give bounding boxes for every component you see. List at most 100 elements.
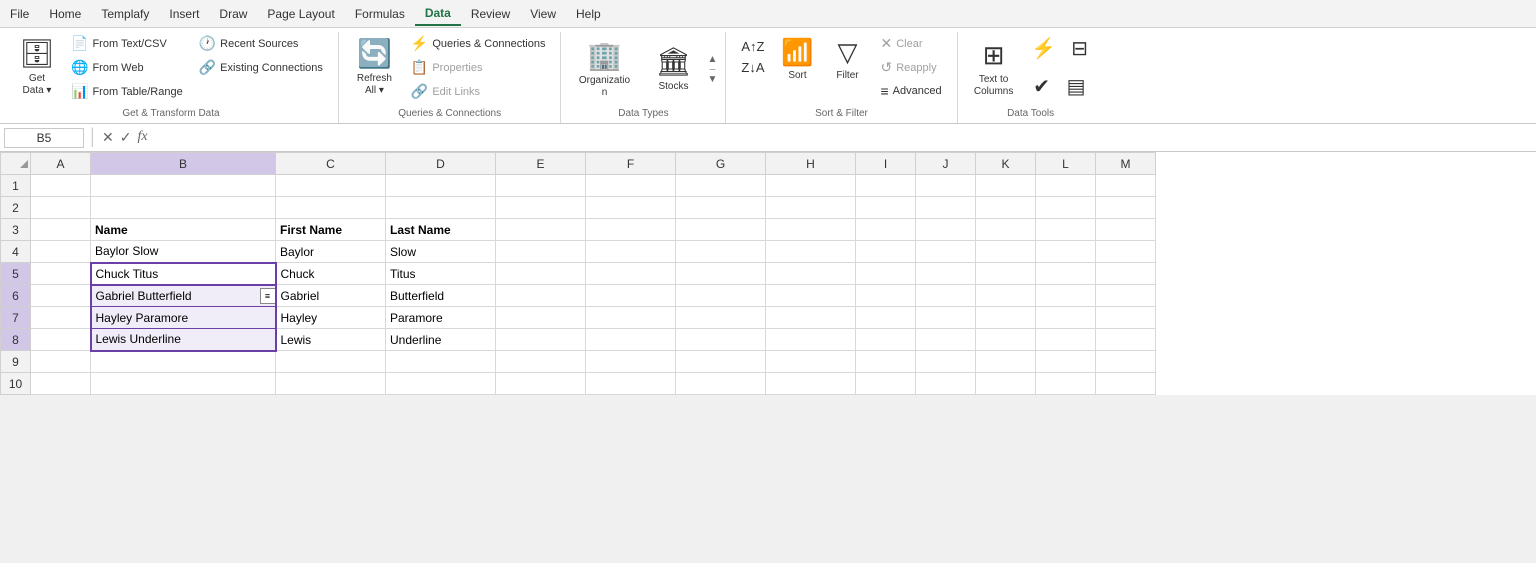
cell-J9[interactable] [916,351,976,373]
existing-connections-button[interactable]: 🔗 Existing Connections [192,56,330,79]
cell-M2[interactable] [1096,197,1156,219]
cell-H5[interactable] [766,263,856,285]
cell-I1[interactable] [856,175,916,197]
row-num-8[interactable]: 8 [1,329,31,351]
cell-D10[interactable] [386,373,496,395]
cell-G10[interactable] [676,373,766,395]
cell-F8[interactable] [586,329,676,351]
cell-F9[interactable] [586,351,676,373]
menu-home[interactable]: Home [39,3,91,25]
cell-K6[interactable] [976,285,1036,307]
cell-A1[interactable] [31,175,91,197]
cell-J6[interactable] [916,285,976,307]
cell-C1[interactable] [276,175,386,197]
col-header-H[interactable]: H [766,153,856,175]
cell-L3[interactable] [1036,219,1096,241]
cell-C3[interactable]: First Name [276,219,386,241]
cell-K7[interactable] [976,307,1036,329]
cell-E1[interactable] [496,175,586,197]
col-header-B[interactable]: B [91,153,276,175]
cell-G7[interactable] [676,307,766,329]
cell-C6[interactable]: Gabriel [276,285,386,307]
from-text-csv-button[interactable]: 📄 From Text/CSV [64,32,190,55]
cell-A9[interactable] [31,351,91,373]
cell-A10[interactable] [31,373,91,395]
cell-K1[interactable] [976,175,1036,197]
data-types-scroll[interactable]: ▲ ─ ▼ [707,54,717,85]
cell-I3[interactable] [856,219,916,241]
cell-F5[interactable] [586,263,676,285]
cell-J5[interactable] [916,263,976,285]
row-num-3[interactable]: 3 [1,219,31,241]
flash-fill-indicator[interactable]: ≡ [260,288,276,304]
cell-F1[interactable] [586,175,676,197]
cell-E6[interactable] [496,285,586,307]
cell-K2[interactable] [976,197,1036,219]
cell-L6[interactable] [1036,285,1096,307]
cell-L10[interactable] [1036,373,1096,395]
cell-A6[interactable] [31,285,91,307]
sort-button[interactable]: 📶 Sort [774,32,822,87]
cell-C2[interactable] [276,197,386,219]
menu-help[interactable]: Help [566,3,611,25]
cell-M8[interactable] [1096,329,1156,351]
cell-L2[interactable] [1036,197,1096,219]
cell-B1[interactable] [91,175,276,197]
cell-H4[interactable] [766,241,856,263]
menu-insert[interactable]: Insert [159,3,209,25]
cell-G2[interactable] [676,197,766,219]
cell-K5[interactable] [976,263,1036,285]
menu-view[interactable]: View [520,3,566,25]
cell-D7[interactable]: Paramore [386,307,496,329]
cell-G9[interactable] [676,351,766,373]
scroll-mid-icon[interactable]: ─ [710,65,716,74]
cell-J10[interactable] [916,373,976,395]
cell-F2[interactable] [586,197,676,219]
col-header-C[interactable]: C [276,153,386,175]
col-header-D[interactable]: D [386,153,496,175]
col-header-F[interactable]: F [586,153,676,175]
cell-E5[interactable] [496,263,586,285]
cell-L9[interactable] [1036,351,1096,373]
cell-B4[interactable]: Baylor Slow [91,241,276,263]
cell-K8[interactable] [976,329,1036,351]
cell-J2[interactable] [916,197,976,219]
cell-J7[interactable] [916,307,976,329]
cell-G1[interactable] [676,175,766,197]
cell-J3[interactable] [916,219,976,241]
cell-C5[interactable]: Chuck [276,263,386,285]
cell-L7[interactable] [1036,307,1096,329]
row-num-6[interactable]: 6 [1,285,31,307]
cell-K3[interactable] [976,219,1036,241]
col-header-E[interactable]: E [496,153,586,175]
cell-J4[interactable] [916,241,976,263]
organization-button[interactable]: 🏢 Organization [569,34,639,104]
cell-B3[interactable]: Name [91,219,276,241]
cell-E10[interactable] [496,373,586,395]
cell-M1[interactable] [1096,175,1156,197]
cell-C4[interactable]: Baylor [276,241,386,263]
cell-G4[interactable] [676,241,766,263]
cell-J1[interactable] [916,175,976,197]
cell-M3[interactable] [1096,219,1156,241]
clear-button[interactable]: ✕ Clear [874,32,949,55]
cell-I4[interactable] [856,241,916,263]
col-header-I[interactable]: I [856,153,916,175]
cell-E8[interactable] [496,329,586,351]
cell-C10[interactable] [276,373,386,395]
col-header-G[interactable]: G [676,153,766,175]
from-table-button[interactable]: 📊 From Table/Range [64,80,190,103]
row-num-10[interactable]: 10 [1,373,31,395]
cell-D5[interactable]: Titus [386,263,496,285]
row-num-1[interactable]: 1 [1,175,31,197]
cell-C7[interactable]: Hayley [276,307,386,329]
cell-I6[interactable] [856,285,916,307]
cell-M9[interactable] [1096,351,1156,373]
formula-input[interactable] [152,129,1532,147]
row-num-7[interactable]: 7 [1,307,31,329]
cell-reference-box[interactable]: B5 [4,128,84,148]
data-validation-button[interactable]: ✔ [1026,70,1058,106]
flash-fill-button[interactable]: ⚡ [1026,32,1062,68]
queries-connections-button[interactable]: ⚡ Queries & Connections [404,32,553,55]
row-num-4[interactable]: 4 [1,241,31,263]
